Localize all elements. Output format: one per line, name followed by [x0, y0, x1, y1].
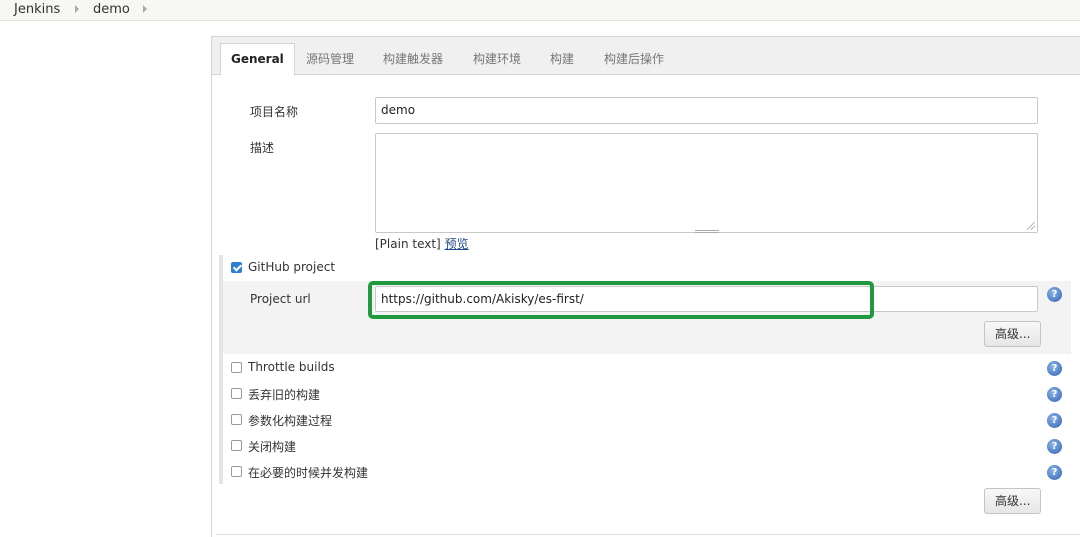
tab-general[interactable]: General — [220, 43, 295, 76]
tab-bar: General 源码管理 构建触发器 构建环境 构建 构建后操作 — [212, 37, 1080, 76]
help-icon[interactable]: ? — [1047, 361, 1062, 376]
tab-build-environment[interactable]: 构建环境 — [473, 50, 521, 67]
help-icon[interactable]: ? — [1047, 465, 1062, 480]
chevron-right-icon[interactable] — [143, 5, 147, 13]
tab-build[interactable]: 构建 — [550, 50, 574, 67]
disable-build-label: 关闭构建 — [248, 440, 297, 454]
parameterized-build-label: 参数化构建过程 — [248, 414, 333, 428]
concurrent-builds-checkbox[interactable] — [231, 466, 242, 477]
discard-old-builds-label: 丢弃旧的构建 — [248, 388, 321, 402]
disable-build-checkbox[interactable] — [231, 440, 242, 451]
help-icon[interactable]: ? — [1047, 387, 1062, 402]
description-textarea[interactable] — [375, 133, 1038, 233]
help-icon[interactable]: ? — [1047, 439, 1062, 454]
parameterized-build-checkbox[interactable] — [231, 414, 242, 425]
textarea-drag-handle[interactable] — [695, 230, 719, 233]
preview-link[interactable]: 预览 — [445, 237, 469, 251]
github-project-checkbox[interactable] — [231, 262, 242, 273]
github-project-label: GitHub project — [248, 260, 336, 274]
divider — [216, 534, 1080, 535]
help-icon[interactable]: ? — [1047, 287, 1062, 302]
project-name-label: 项目名称 — [250, 105, 299, 119]
plain-text-label: [Plain text] — [375, 237, 441, 251]
resize-grip-icon[interactable] — [1027, 222, 1035, 230]
discard-old-builds-checkbox[interactable] — [231, 388, 242, 399]
url-highlight-box — [368, 281, 874, 319]
plain-text-note: [Plain text] 预览 — [375, 235, 469, 252]
tab-source-control[interactable]: 源码管理 — [306, 50, 354, 67]
chevron-right-icon[interactable] — [75, 5, 79, 13]
breadcrumb-demo[interactable]: demo — [93, 2, 130, 17]
project-name-input[interactable]: demo — [375, 97, 1038, 124]
throttle-builds-label: Throttle builds — [248, 360, 335, 374]
help-icon[interactable]: ? — [1047, 413, 1062, 428]
project-url-label: Project url — [250, 292, 311, 306]
github-advanced-button[interactable]: 高级... — [984, 321, 1042, 347]
breadcrumb-bar: Jenkins demo — [0, 0, 1080, 21]
throttle-builds-checkbox[interactable] — [231, 362, 242, 373]
tab-post-build[interactable]: 构建后操作 — [604, 50, 664, 67]
description-label: 描述 — [250, 141, 275, 155]
breadcrumb-jenkins[interactable]: Jenkins — [14, 2, 60, 17]
concurrent-builds-label: 在必要的时候并发构建 — [248, 466, 369, 480]
general-advanced-button[interactable]: 高级... — [984, 488, 1042, 514]
tab-build-triggers[interactable]: 构建触发器 — [383, 50, 443, 67]
